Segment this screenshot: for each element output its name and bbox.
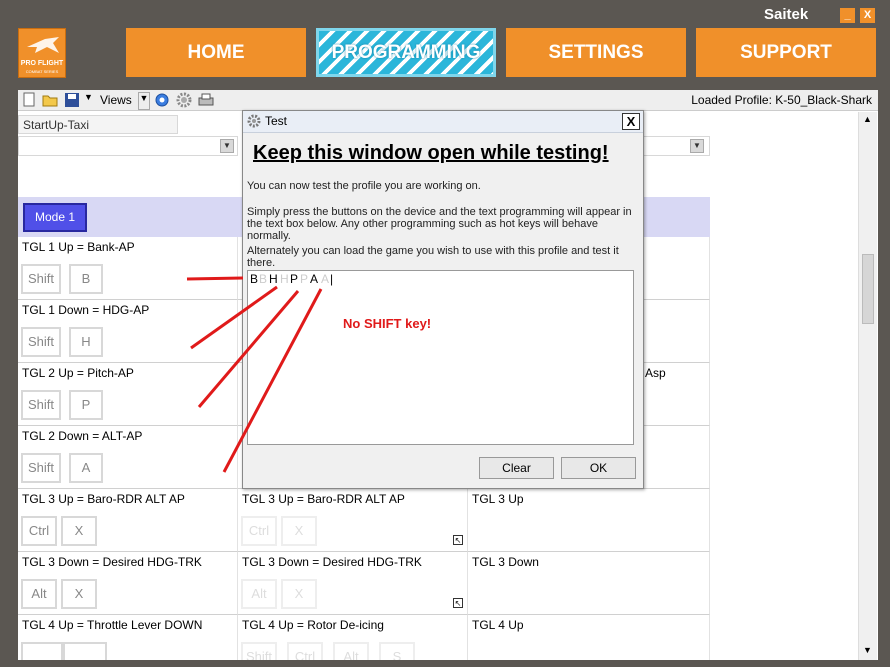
annotation-line: [222, 288, 323, 473]
annotation-text: No SHIFT key!: [343, 316, 432, 331]
annotation-line: [186, 276, 244, 281]
annotation-line: [190, 285, 278, 350]
annotation-lines: [186, 276, 323, 473]
